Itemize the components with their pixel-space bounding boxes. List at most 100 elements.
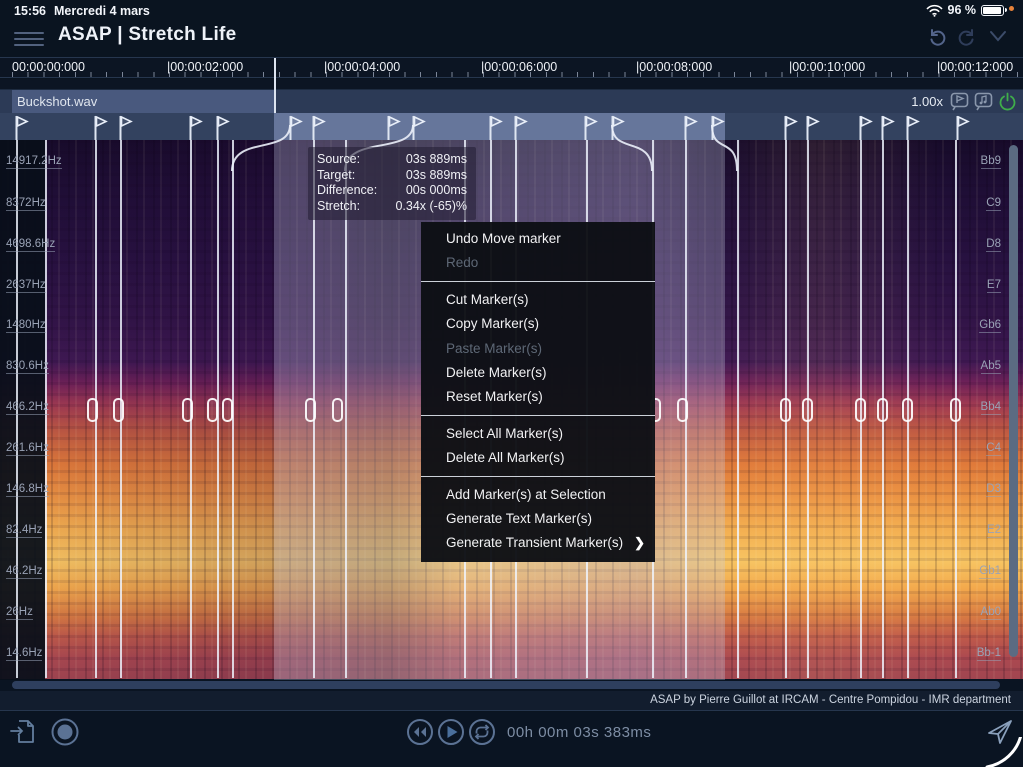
marker-flag[interactable] (289, 115, 303, 140)
menu-item-select-all-marker-s[interactable]: Select All Marker(s) (421, 422, 655, 446)
note-label: Bb-1 (977, 647, 1001, 661)
marker-handle[interactable] (332, 398, 343, 422)
menu-icon[interactable] (14, 28, 44, 48)
marker-handle[interactable] (855, 398, 866, 422)
marker-line (737, 140, 739, 678)
tooltip-row: Difference:00s 000ms (317, 183, 467, 199)
time-ruler[interactable]: 00:00:00:000|00:00:02:000|00:00:04:000|0… (0, 57, 1023, 78)
tooltip-value: 03s 889ms (406, 152, 467, 168)
marker-flag[interactable] (784, 115, 798, 140)
chevron-down-icon[interactable] (987, 26, 1009, 46)
import-file-icon[interactable] (10, 718, 36, 746)
tooltip-label: Stretch: (317, 199, 360, 215)
marker-handle[interactable] (305, 398, 316, 422)
menu-item-generate-transient-marker-s[interactable]: Generate Transient Marker(s)❯ (421, 531, 655, 555)
ruler-label: 00:00:00:000 (12, 60, 85, 74)
horizontal-scrollbar[interactable] (12, 681, 1000, 689)
marker-handle[interactable] (182, 398, 193, 422)
record-button[interactable] (50, 717, 80, 747)
battery-cap (1005, 8, 1007, 12)
note-label: Gb6 (979, 319, 1001, 333)
note-label: D8 (986, 238, 1001, 252)
tooltip-row: Target:03s 889ms (317, 168, 467, 184)
loop-button[interactable] (468, 718, 496, 746)
marker-handle[interactable] (902, 398, 913, 422)
note-label: Gb1 (979, 565, 1001, 579)
menu-item-redo: Redo (421, 251, 655, 275)
marker-handle[interactable] (207, 398, 218, 422)
ruler-label: |00:00:06:000 (481, 60, 557, 74)
marker-flag-toggle-icon[interactable] (950, 92, 969, 111)
music-note-toggle-icon[interactable] (974, 92, 993, 111)
menu-divider (421, 415, 655, 416)
tooltip-row: Source: 03s 889ms (317, 152, 467, 168)
menu-item-delete-all-marker-s[interactable]: Delete All Marker(s) (421, 446, 655, 470)
menu-item-copy-marker-s[interactable]: Copy Marker(s) (421, 312, 655, 336)
menu-item-delete-marker-s[interactable]: Delete Marker(s) (421, 361, 655, 385)
marker-handle[interactable] (780, 398, 791, 422)
rewind-button[interactable] (406, 718, 434, 746)
frequency-label: 830.6Hz (6, 360, 49, 374)
undo-icon[interactable] (927, 26, 947, 46)
marker-handle[interactable] (802, 398, 813, 422)
marker-handle[interactable] (877, 398, 888, 422)
credit-text: ASAP by Pierre Guillot at IRCAM - Centre… (650, 694, 1011, 706)
marker-line (345, 140, 347, 678)
marker-flag[interactable] (611, 115, 625, 140)
status-time-date: 15:56Mercredi 4 mars (14, 4, 150, 18)
power-toggle-icon[interactable] (998, 92, 1017, 111)
frequency-label: 1480Hz (6, 319, 46, 333)
marker-flag[interactable] (94, 115, 108, 140)
track-bar[interactable]: Buckshot.wav 1.00x (0, 90, 1023, 113)
app-root: 15:56Mercredi 4 mars 96 % ASAP | Stretch… (0, 0, 1023, 767)
marker-flag[interactable] (387, 115, 401, 140)
vertical-scrollbar[interactable] (1009, 145, 1018, 657)
marker-flag[interactable] (711, 115, 725, 140)
marker-flag[interactable] (119, 115, 133, 140)
marker-flag[interactable] (906, 115, 920, 140)
marker-handle[interactable] (950, 398, 961, 422)
tooltip-label: Source: (317, 152, 360, 168)
marker-flag[interactable] (514, 115, 528, 140)
menu-item-undo-move-marker[interactable]: Undo Move marker (421, 227, 655, 251)
marker-flag[interactable] (489, 115, 503, 140)
frequency-label: 4698.6Hz (6, 238, 55, 252)
frequency-label: 261.6Hz (6, 442, 49, 456)
playhead[interactable] (274, 58, 276, 113)
menu-item-add-marker-s-at-selection[interactable]: Add Marker(s) at Selection (421, 483, 655, 507)
marker-context-menu: Undo Move markerRedo Cut Marker(s)Copy Ma… (421, 222, 655, 562)
menu-item-reset-marker-s[interactable]: Reset Marker(s) (421, 385, 655, 409)
frequency-label: 2637Hz (6, 279, 46, 293)
redo-icon[interactable] (957, 26, 977, 46)
note-label: Ab5 (981, 360, 1001, 374)
menu-item-cut-marker-s[interactable]: Cut Marker(s) (421, 288, 655, 312)
marker-handle[interactable] (87, 398, 98, 422)
note-label: E2 (987, 524, 1001, 538)
play-button[interactable] (437, 718, 465, 746)
note-label: C4 (986, 442, 1001, 456)
tooltip-value: 00s 000ms (406, 183, 467, 199)
wifi-icon (926, 4, 943, 17)
marker-flag[interactable] (956, 115, 970, 140)
marker-flag[interactable] (412, 115, 426, 140)
playback-rate: 1.00x (911, 94, 943, 109)
credit-bar: ASAP by Pierre Guillot at IRCAM - Centre… (0, 691, 1023, 711)
marker-handle[interactable] (222, 398, 233, 422)
frequency-label: 14.6Hz (6, 647, 42, 661)
status-indicators: 96 % (926, 3, 1008, 17)
marker-flag[interactable] (859, 115, 873, 140)
submenu-arrow-icon: ❯ (634, 531, 645, 555)
marker-flag[interactable] (216, 115, 230, 140)
marker-handle[interactable] (113, 398, 124, 422)
marker-flag[interactable] (584, 115, 598, 140)
ruler-label: |00:00:08:000 (636, 60, 712, 74)
marker-flag[interactable] (312, 115, 326, 140)
marker-handle[interactable] (677, 398, 688, 422)
marker-flag[interactable] (189, 115, 203, 140)
marker-flag[interactable] (684, 115, 698, 140)
marker-flag[interactable] (806, 115, 820, 140)
marker-flag[interactable] (15, 115, 29, 140)
tooltip-row: Stretch:0.34x (-65)% (317, 199, 467, 215)
menu-item-generate-text-marker-s[interactable]: Generate Text Marker(s) (421, 507, 655, 531)
marker-flag[interactable] (881, 115, 895, 140)
